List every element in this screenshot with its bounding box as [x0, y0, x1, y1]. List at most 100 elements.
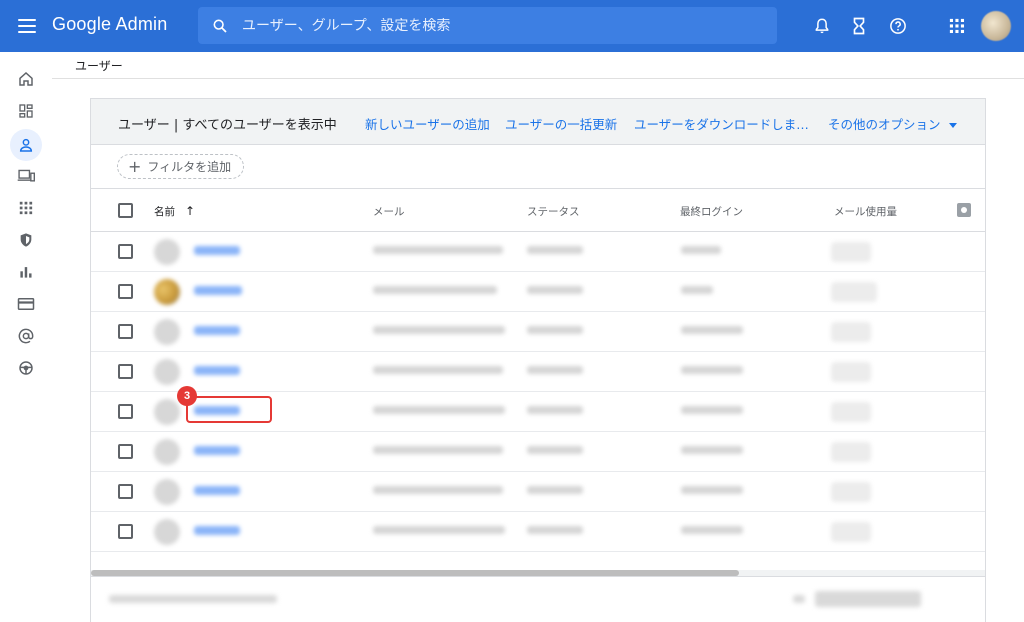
column-settings-icon[interactable] — [957, 203, 971, 217]
email-cell — [373, 446, 503, 454]
table-row[interactable] — [91, 272, 985, 312]
column-status[interactable]: ステータス — [527, 204, 580, 219]
download-users-link[interactable]: ユーザーをダウンロードしま… — [634, 114, 809, 133]
table-header: 名前 ↑ メール ステータス 最終ログイン メール使用量 — [91, 189, 985, 232]
status-cell — [527, 486, 583, 494]
column-name[interactable]: 名前 ↑ — [154, 204, 195, 219]
usage-cell — [831, 322, 871, 342]
status-cell — [527, 246, 583, 254]
status-cell — [527, 366, 583, 374]
avatar — [154, 359, 180, 385]
pagination-prev[interactable] — [793, 595, 805, 603]
table-row[interactable] — [91, 312, 985, 352]
usage-cell — [831, 402, 871, 422]
highlight-box — [186, 396, 272, 423]
avatar — [154, 279, 180, 305]
usage-cell — [831, 282, 877, 302]
add-filter-label: フィルタを追加 — [147, 160, 232, 174]
steering-icon[interactable] — [10, 352, 42, 384]
user-name-link[interactable] — [194, 446, 240, 455]
left-nav-rail — [0, 52, 52, 622]
user-name-link[interactable] — [194, 286, 242, 295]
usage-cell — [831, 482, 871, 502]
user-name-link[interactable] — [194, 526, 240, 535]
table-row[interactable] — [91, 432, 985, 472]
search-box[interactable] — [198, 7, 777, 44]
user-icon[interactable] — [10, 129, 42, 161]
home-icon[interactable] — [10, 63, 42, 95]
help-icon[interactable] — [886, 14, 910, 38]
usage-cell — [831, 522, 871, 542]
row-checkbox[interactable] — [118, 404, 133, 419]
last-login-cell — [681, 446, 743, 454]
search-input[interactable] — [242, 17, 742, 34]
apps-grid-icon[interactable] — [10, 192, 42, 224]
at-sign-icon[interactable] — [10, 320, 42, 352]
divider — [91, 576, 985, 577]
menu-icon[interactable] — [16, 16, 38, 36]
bulk-update-link[interactable]: ユーザーの一括更新 — [505, 114, 617, 133]
row-checkbox[interactable] — [118, 364, 133, 379]
table-row[interactable] — [91, 232, 985, 272]
chevron-down-icon — [948, 123, 957, 128]
pagination-control[interactable] — [815, 591, 921, 607]
email-cell — [373, 246, 503, 254]
email-cell — [373, 406, 505, 414]
email-cell — [373, 366, 503, 374]
bar-chart-icon[interactable] — [10, 256, 42, 288]
step-badge: 3 — [177, 386, 197, 406]
devices-icon[interactable] — [10, 160, 42, 192]
avatar — [154, 439, 180, 465]
more-options-label: その他のオプション — [828, 117, 941, 132]
add-user-link[interactable]: 新しいユーザーの追加 — [365, 114, 490, 133]
breadcrumb[interactable]: ユーザー — [75, 57, 123, 74]
divider — [52, 78, 1024, 79]
row-checkbox[interactable] — [118, 524, 133, 539]
row-checkbox[interactable] — [118, 324, 133, 339]
last-login-cell — [681, 326, 743, 334]
table-row[interactable] — [91, 472, 985, 512]
hourglass-icon[interactable] — [847, 14, 871, 38]
user-name-link[interactable] — [194, 246, 240, 255]
user-name-link[interactable] — [194, 486, 240, 495]
email-cell — [373, 286, 497, 294]
last-login-cell — [681, 366, 743, 374]
add-filter-button[interactable]: + フィルタを追加 — [117, 154, 245, 179]
avatar — [154, 479, 180, 505]
billing-icon[interactable] — [10, 288, 42, 320]
row-checkbox[interactable] — [118, 484, 133, 499]
row-checkbox[interactable] — [118, 444, 133, 459]
user-name-link[interactable] — [194, 366, 240, 375]
last-login-cell — [681, 246, 721, 254]
status-cell — [527, 406, 583, 414]
column-email[interactable]: メール — [373, 204, 405, 219]
usage-cell — [831, 242, 871, 262]
table-row[interactable] — [91, 352, 985, 392]
status-cell — [527, 446, 583, 454]
column-mail-usage[interactable]: メール使用量 — [834, 204, 897, 219]
email-cell — [373, 526, 505, 534]
avatar — [154, 519, 180, 545]
usage-cell — [831, 362, 871, 382]
status-cell — [527, 326, 583, 334]
arrow-up-icon: ↑ — [185, 204, 196, 218]
select-all-checkbox[interactable] — [118, 203, 133, 218]
row-checkbox[interactable] — [118, 244, 133, 259]
bell-icon[interactable] — [810, 14, 834, 38]
account-avatar[interactable] — [981, 11, 1011, 41]
usage-cell — [831, 442, 871, 462]
shield-icon[interactable] — [10, 224, 42, 256]
apps-icon[interactable] — [945, 14, 969, 38]
row-checkbox[interactable] — [118, 284, 133, 299]
table-row[interactable] — [91, 512, 985, 552]
search-icon — [213, 19, 227, 33]
user-name-link[interactable] — [194, 326, 240, 335]
dashboard-icon[interactable] — [10, 95, 42, 127]
last-login-cell — [681, 406, 743, 414]
column-last-login[interactable]: 最終ログイン — [680, 204, 743, 219]
more-options-link[interactable]: その他のオプション — [828, 114, 957, 133]
avatar — [154, 319, 180, 345]
app-logo[interactable]: Google Admin — [52, 14, 167, 35]
avatar — [154, 399, 180, 425]
last-login-cell — [681, 486, 743, 494]
